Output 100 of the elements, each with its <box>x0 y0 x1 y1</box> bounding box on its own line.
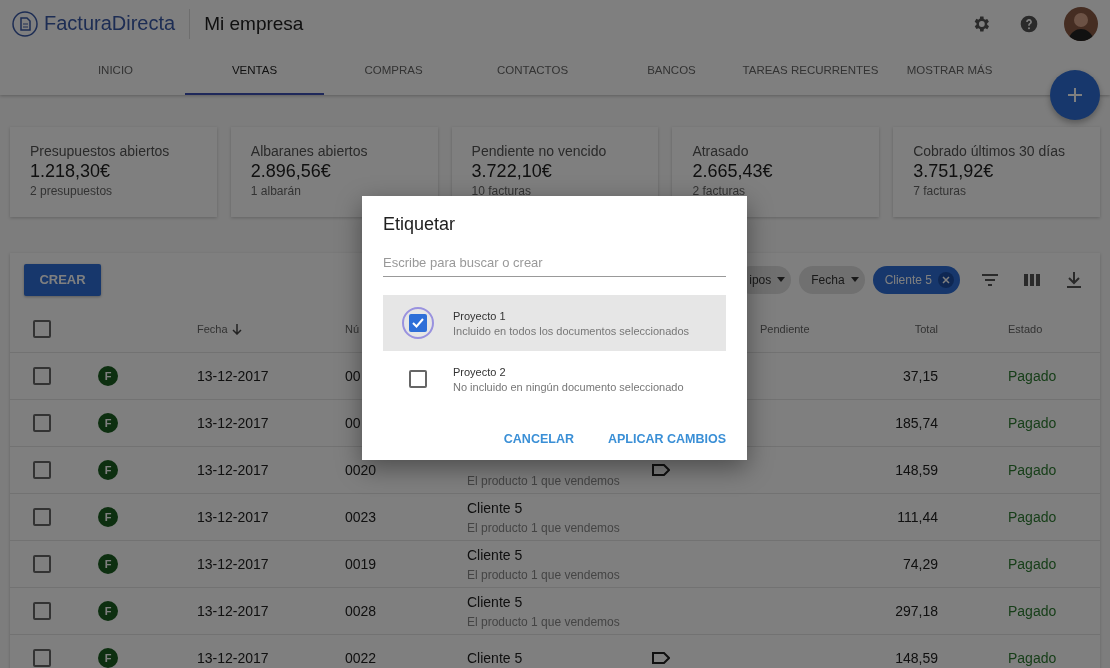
dialog-button[interactable]: APLICAR CAMBIOS <box>607 432 726 446</box>
dialog-title: Etiquetar <box>383 214 457 235</box>
total-cell: 74,29 <box>902 556 938 572</box>
row-checkbox[interactable] <box>33 461 51 479</box>
company-name: Mi empresa <box>204 12 304 35</box>
download-icon <box>1067 271 1081 288</box>
number-cell-text: 0023 <box>345 509 378 525</box>
number-cell-text: 0020 <box>345 462 378 478</box>
status-cell-text: Pagado <box>1007 650 1058 666</box>
invoice-badge: F <box>98 554 118 574</box>
tag-name: Proyecto 1 <box>453 309 507 322</box>
card-amount: 2.896,56€ <box>250 161 332 182</box>
tag-checkbox[interactable] <box>402 307 434 339</box>
status-cell-text: Pagado <box>1007 603 1058 619</box>
status-cell-text: Pagado <box>1007 415 1058 431</box>
row-checkbox[interactable] <box>33 602 51 620</box>
card-title: Presupuestos abiertos <box>30 143 171 159</box>
card-amount: 3.722,10€ <box>471 161 553 182</box>
filter-chip[interactable]: Cliente 5 <box>872 265 960 294</box>
card-amount: 2.665,43€ <box>692 161 774 182</box>
tag-description: Incluido en todos los documentos seleccionados <box>453 324 690 337</box>
status-cell-text: Pagado <box>1007 556 1058 572</box>
client-name: Cliente 5 <box>467 546 524 563</box>
card-subtitle: 10 facturas <box>471 184 532 198</box>
card-title: Albaranes abiertos <box>250 143 369 159</box>
card-title: Cobrado últimos 30 días <box>913 143 1066 159</box>
card-amount: 1.218,30€ <box>30 161 112 182</box>
date-cell-text: 13-12-2017 <box>197 603 270 619</box>
date-cell-text: 13-12-2017 <box>197 509 270 525</box>
invoice-badge: F <box>98 413 118 433</box>
product-description: El producto 1 que vendemos <box>467 520 621 535</box>
product-description: El producto 1 que vendemos <box>467 473 621 488</box>
filter-icon <box>982 273 998 286</box>
invoice-badge: F <box>98 601 118 621</box>
tag-option[interactable]: Proyecto 1 Incluido en todos los documentos seleccionados <box>383 295 726 351</box>
invoice-badge: F <box>98 460 118 480</box>
card-title: Atrasado <box>692 143 750 159</box>
invoice-badge: F <box>98 507 118 527</box>
checkmark-icon <box>412 318 424 328</box>
row-checkbox[interactable] <box>33 414 51 432</box>
select-all-checkbox[interactable] <box>33 320 51 338</box>
total-cell: 111,44 <box>897 509 938 525</box>
remove-icon <box>938 271 954 288</box>
date-cell-text: 13-12-2017 <box>197 368 270 384</box>
total-cell: 297,18 <box>895 603 938 619</box>
logo-text: FacturaDirecta <box>44 12 176 35</box>
plus-icon <box>1067 87 1083 103</box>
help-icon <box>1019 13 1039 34</box>
document-logo-icon <box>12 10 38 37</box>
nav-tab[interactable]: MOSTRAR MÁS <box>880 47 1019 95</box>
client-name: Cliente 5 <box>467 650 524 666</box>
number-cell-text: 0022 <box>345 650 378 666</box>
number-cell-text: 0028 <box>345 603 378 619</box>
columns-icon <box>1024 273 1040 286</box>
card-title: Pendiente no vencido <box>471 143 608 159</box>
total-cell: 185,74 <box>895 415 938 431</box>
tag-option[interactable]: Proyecto 2 No incluido en ningún documento seleccionado <box>383 351 726 407</box>
dialog-button[interactable]: CANCELAR <box>503 432 574 446</box>
column-header[interactable]: Total <box>914 323 938 335</box>
number-cell-text: 0019 <box>345 556 378 572</box>
sort-arrow-icon <box>231 323 242 335</box>
row-checkbox[interactable] <box>33 367 51 385</box>
create-button[interactable]: CREAR <box>24 263 101 296</box>
status-cell-text: Pagado <box>1007 368 1058 384</box>
product-description: El producto 1 que vendemos <box>467 614 621 629</box>
tag-icon <box>652 464 670 476</box>
column-header[interactable]: Pendiente <box>760 323 860 335</box>
card-subtitle: 2 facturas <box>692 184 747 198</box>
total-cell: 148,59 <box>895 650 938 666</box>
date-cell-text: 13-12-2017 <box>197 415 270 431</box>
tag-name: Proyecto 2 <box>453 365 507 378</box>
row-checkbox[interactable] <box>33 649 51 667</box>
row-checkbox[interactable] <box>33 508 51 526</box>
client-name: Cliente 5 <box>467 499 524 516</box>
nav-tab[interactable]: INICIO <box>46 47 185 95</box>
card-subtitle: 7 facturas <box>913 184 967 198</box>
tag-icon <box>652 652 670 664</box>
client-name: Cliente 5 <box>467 593 524 610</box>
date-cell-text: 13-12-2017 <box>197 556 270 572</box>
number-cell-text: 00 <box>345 415 362 431</box>
nav-tab[interactable]: VENTAS <box>185 47 324 95</box>
total-cell: 37,15 <box>902 368 938 384</box>
invoice-badge: F <box>98 648 118 668</box>
nav-tab[interactable]: BANCOS <box>602 47 741 95</box>
date-cell-text: 13-12-2017 <box>197 462 270 478</box>
filter-chip[interactable]: Fecha <box>799 265 865 294</box>
product-description: El producto 1 que vendemos <box>467 567 621 582</box>
invoice-badge: F <box>98 366 118 386</box>
row-checkbox[interactable] <box>33 555 51 573</box>
column-header[interactable]: Fecha <box>197 323 345 335</box>
user-avatar[interactable] <box>1064 6 1098 41</box>
status-cell-text: Pagado <box>1007 462 1058 478</box>
column-header[interactable]: Estado <box>938 323 1100 335</box>
card-subtitle: 1 albarán <box>250 184 302 198</box>
nav-tab[interactable]: COMPRAS <box>324 47 463 95</box>
total-cell: 148,59 <box>895 462 938 478</box>
nav-tab[interactable]: TAREAS RECURRENTES <box>741 47 880 95</box>
nav-tab[interactable]: CONTACTOS <box>463 47 602 95</box>
card-amount: 3.751,92€ <box>913 161 995 182</box>
add-button[interactable] <box>1050 70 1100 120</box>
